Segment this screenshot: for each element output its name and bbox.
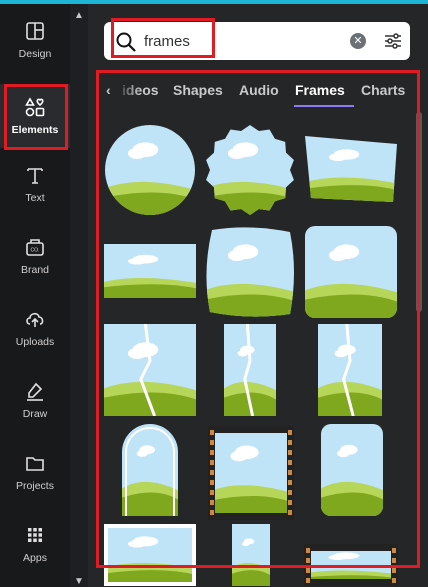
sidebar-item-projects[interactable]: Projects <box>0 440 70 504</box>
clear-search-icon[interactable]: ✕ <box>350 33 366 49</box>
highlight-box-elements <box>4 84 68 150</box>
chevron-up-icon[interactable]: ▲ <box>74 10 84 21</box>
chevron-down-icon[interactable]: ▼ <box>74 576 84 587</box>
sidebar-item-uploads[interactable]: Uploads <box>0 296 70 360</box>
cloud-upload-icon <box>26 312 44 327</box>
sidebar-item-brand[interactable]: CO. Brand <box>0 224 70 288</box>
sidebar-item-label: Projects <box>16 480 54 492</box>
sidebar-item-label: Draw <box>22 408 48 420</box>
svg-text:CO.: CO. <box>31 248 40 254</box>
panel-collapse-strip[interactable]: ▲ ▼ <box>70 4 88 587</box>
highlight-box-results <box>96 70 420 568</box>
layout-icon <box>26 22 44 40</box>
sidebar-item-text[interactable]: Text <box>0 152 70 216</box>
elements-panel: ✕ ‹ ideos Shapes Audio Frames Charts <box>88 4 428 587</box>
sidebar-item-design[interactable]: Design <box>0 8 70 72</box>
apps-grid-icon <box>28 528 42 542</box>
folder-icon <box>26 457 44 471</box>
sidebar-item-label: Design <box>18 48 52 60</box>
sidebar-item-label: Apps <box>23 552 47 564</box>
sidebar-item-label: Brand <box>20 264 50 276</box>
filter-sliders-icon[interactable] <box>383 31 403 51</box>
sidebar-item-apps[interactable]: Apps <box>0 512 70 576</box>
sidebar-item-label: Uploads <box>15 336 55 348</box>
sidebar: Design Elements Text CO. Brand Uploads D… <box>0 4 70 587</box>
highlight-box-search <box>111 18 215 58</box>
brand-kit-icon: CO. <box>26 239 44 256</box>
text-icon <box>27 168 43 184</box>
pen-icon <box>27 382 43 401</box>
sidebar-item-draw[interactable]: Draw <box>0 368 70 432</box>
sidebar-item-label: Text <box>25 192 45 204</box>
